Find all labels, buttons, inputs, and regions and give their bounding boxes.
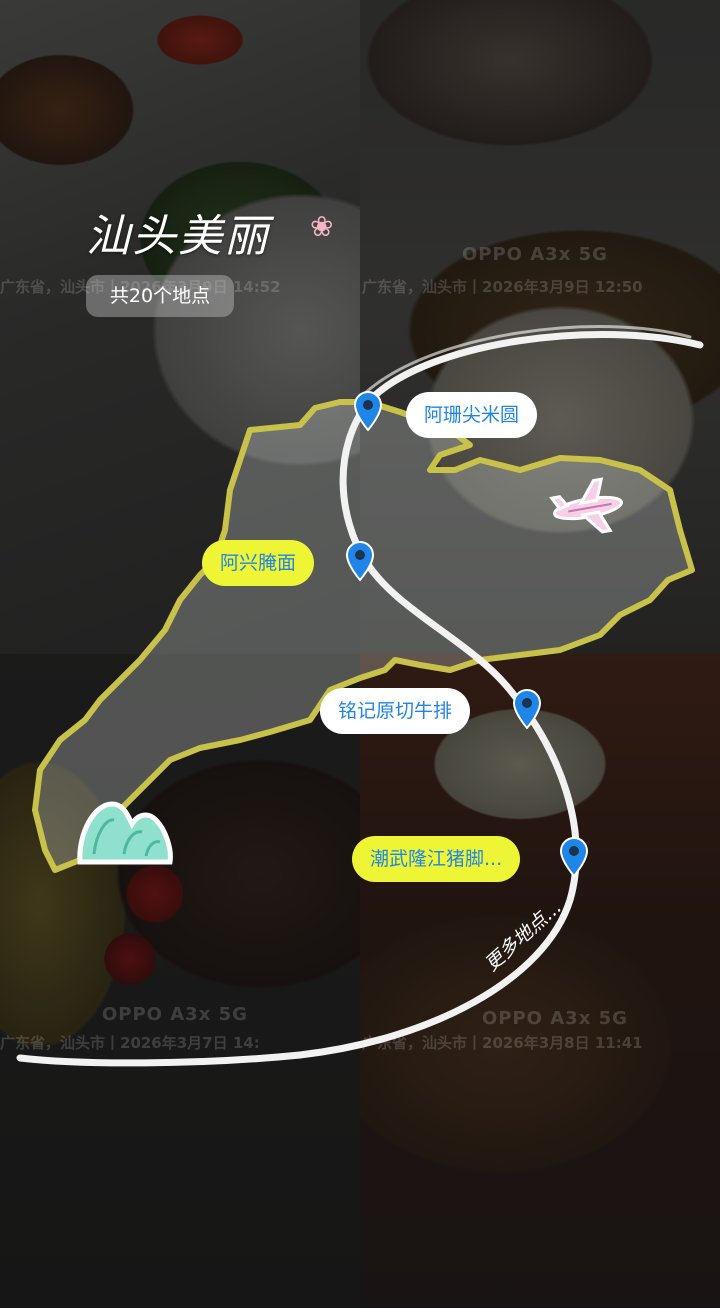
route-map: 更多地点... (16, 325, 704, 1067)
map-pin-icon[interactable] (559, 837, 589, 877)
mountain-icon (77, 801, 173, 865)
place-label-1[interactable]: 阿珊尖米圆 (406, 392, 538, 438)
map-pin-icon[interactable] (512, 689, 542, 729)
region-outline (32, 399, 695, 873)
page-title: 汕头美丽 (86, 211, 270, 262)
flower-icon: ❀ (310, 210, 334, 243)
title-block: 汕头美丽 ❀ (86, 200, 333, 264)
place-label-4[interactable]: 潮武隆江猪脚... (352, 836, 521, 882)
map-pin-icon[interactable] (345, 541, 375, 581)
place-count-badge: 共20个地点 (86, 275, 234, 317)
place-label-3[interactable]: 铭记原切牛排 (320, 688, 471, 734)
map-pin-icon[interactable] (353, 391, 383, 431)
place-label-2[interactable]: 阿兴腌面 (202, 540, 315, 586)
